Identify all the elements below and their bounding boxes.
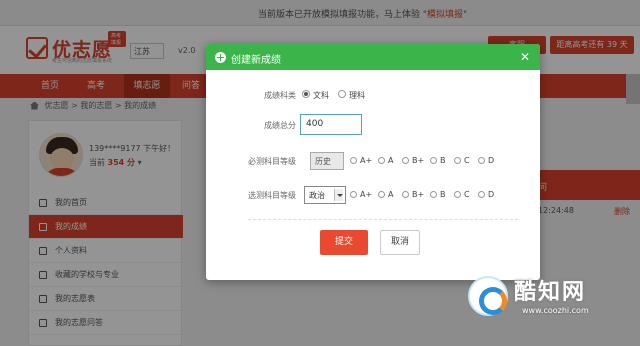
- subject2-grade-radio[interactable]: [454, 191, 461, 198]
- subject2-grade-radio[interactable]: [378, 191, 385, 198]
- subject1-grade-radio[interactable]: [350, 157, 357, 164]
- watermark-url: www.coozhi.com: [522, 306, 589, 315]
- chevron-down-icon: [334, 189, 343, 201]
- subject2-grade-radio[interactable]: [350, 191, 357, 198]
- grade-label: C: [464, 156, 470, 165]
- dialog-divider: [248, 219, 518, 220]
- grade-label: A+: [360, 156, 373, 165]
- grade-label: B+: [412, 190, 425, 199]
- grade-label: A: [388, 190, 394, 199]
- exam-type-label: 成绩科类: [264, 91, 296, 100]
- grade-label: B+: [412, 156, 425, 165]
- grade-label: B: [440, 190, 446, 199]
- subject2-grade-radio[interactable]: [402, 191, 409, 198]
- dialog-header: 创建新成绩 ✕: [206, 44, 540, 70]
- grade-label: D: [488, 190, 495, 199]
- subject2-grade-radio[interactable]: [478, 191, 485, 198]
- grade-label: C: [464, 190, 470, 199]
- total-score-input[interactable]: 400: [300, 114, 362, 135]
- optional-subject-select[interactable]: 政治: [304, 186, 346, 204]
- optional-subject-label: 选测科目等级: [248, 191, 296, 200]
- subject2-grade-radio[interactable]: [430, 191, 437, 198]
- subject1-grade-radio[interactable]: [454, 157, 461, 164]
- radio-arts-label[interactable]: 文科: [313, 90, 329, 101]
- grade-label: A+: [360, 190, 373, 199]
- required-subject-field: 历史: [310, 152, 344, 170]
- subject1-grade-radio[interactable]: [378, 157, 385, 164]
- subject1-grade-radio[interactable]: [402, 157, 409, 164]
- required-subject-label: 必测科目等级: [248, 157, 296, 166]
- watermark-name: 酷知网: [514, 280, 587, 305]
- create-score-dialog: 创建新成绩 ✕ 成绩科类 文科 理科 成绩总分 400 必测科目等级 历史 A+…: [206, 44, 540, 280]
- radio-science[interactable]: [338, 90, 346, 98]
- cancel-button[interactable]: 取消: [380, 230, 420, 255]
- total-score-label: 成绩总分: [264, 121, 296, 130]
- close-icon[interactable]: ✕: [518, 50, 532, 64]
- subject1-grade-radio[interactable]: [430, 157, 437, 164]
- watermark-logo-icon: [468, 276, 508, 316]
- submit-button[interactable]: 提交: [320, 230, 368, 255]
- watermark: 酷知网 www.coozhi.com: [468, 266, 632, 338]
- radio-science-label[interactable]: 理科: [349, 90, 365, 101]
- grade-label: B: [440, 156, 446, 165]
- radio-arts[interactable]: [302, 90, 310, 98]
- dialog-title: 创建新成绩: [231, 55, 281, 66]
- plus-circle-icon: [215, 52, 226, 63]
- grade-label: D: [488, 156, 495, 165]
- subject1-grade-radio[interactable]: [478, 157, 485, 164]
- grade-label: A: [388, 156, 394, 165]
